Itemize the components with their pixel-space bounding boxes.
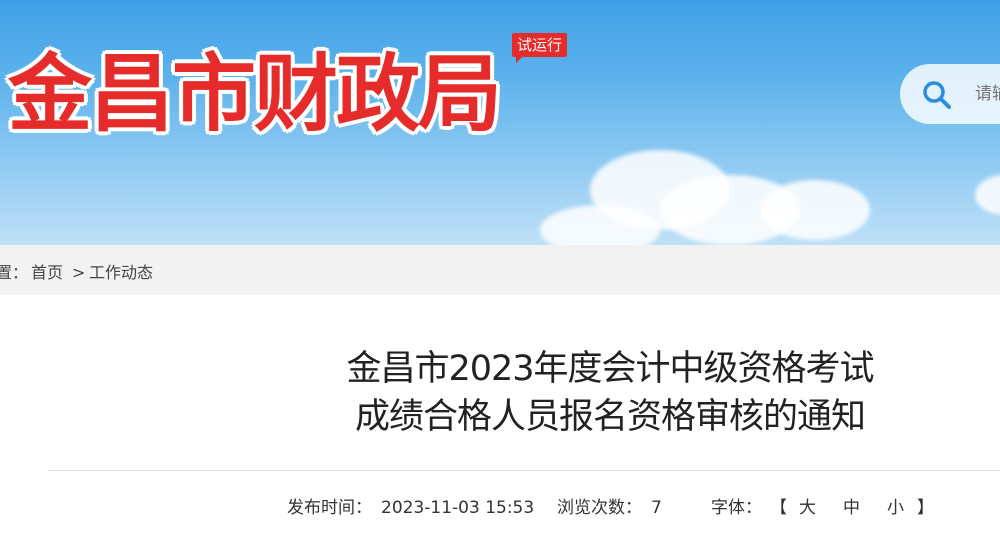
header-banner: 金昌市财政局 试运行	[0, 0, 1000, 245]
bracket-close: 】	[917, 498, 934, 518]
font-small-button[interactable]: 小	[887, 496, 904, 520]
search-input[interactable]	[975, 82, 1000, 106]
publish-time: 2023-11-03 15:53	[381, 498, 535, 518]
cloud-decoration	[760, 180, 870, 240]
search-icon[interactable]	[922, 80, 952, 110]
bracket-open: 【	[770, 498, 787, 518]
trial-badge: 试运行	[512, 33, 568, 63]
breadcrumb-home-link[interactable]: 首页	[31, 263, 63, 282]
breadcrumb: 置： 首页 > 工作动态	[0, 245, 1000, 295]
article-title: 金昌市2023年度会计中级资格考试 成绩合格人员报名资格审核的通知	[260, 345, 960, 441]
font-large-button[interactable]: 大	[799, 496, 816, 520]
divider	[48, 470, 1000, 471]
cloud-decoration	[975, 175, 1000, 215]
publish-time-label: 发布时间：	[287, 498, 372, 518]
view-count-label: 浏览次数：	[557, 498, 642, 518]
view-count: 7	[651, 498, 662, 518]
article-title-line2: 成绩合格人员报名资格审核的通知	[354, 397, 866, 437]
search-box	[900, 64, 1000, 124]
breadcrumb-current-link[interactable]: 工作动态	[89, 263, 153, 282]
breadcrumb-prefix: 置：	[0, 263, 29, 282]
article-title-line1: 金昌市2023年度会计中级资格考试	[346, 349, 874, 389]
site-title[interactable]: 金昌市财政局	[8, 46, 502, 142]
font-size-label: 字体：	[711, 498, 762, 518]
breadcrumb-separator: >	[72, 263, 86, 282]
font-medium-button[interactable]: 中	[843, 496, 860, 520]
